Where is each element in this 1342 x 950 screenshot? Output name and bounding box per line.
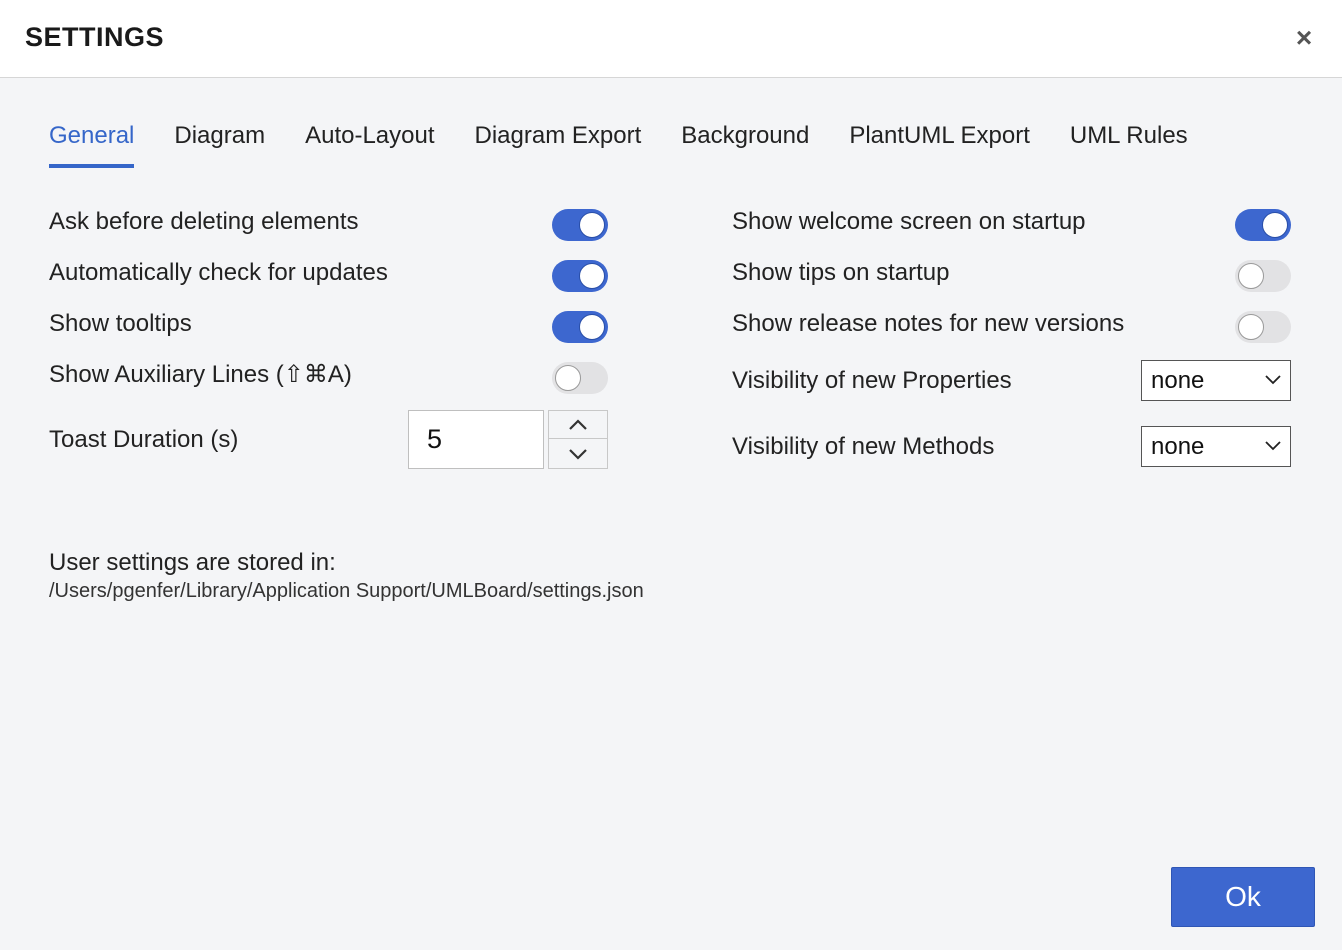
tips-startup-toggle[interactable] [1235, 260, 1291, 292]
aux-lines-label: Show Auxiliary Lines (⇧⌘A) [49, 361, 352, 388]
ask-delete-label: Ask before deleting elements [49, 208, 359, 235]
toggle-knob [1238, 314, 1264, 340]
toggle-knob [555, 365, 581, 391]
tab-plantuml-export[interactable]: PlantUML Export [849, 120, 1030, 168]
tab-general[interactable]: General [49, 120, 135, 168]
toggle-knob [579, 212, 605, 238]
visibility-properties-select[interactable]: none [1141, 360, 1291, 401]
tooltips-toggle[interactable] [552, 311, 608, 343]
toast-duration-input[interactable]: 5 [408, 410, 544, 469]
visibility-properties-value: none [1151, 367, 1205, 394]
settings-tabs: General Diagram Auto-Layout Diagram Expo… [49, 120, 1188, 168]
toast-duration-label: Toast Duration (s) [49, 426, 239, 453]
tab-diagram[interactable]: Diagram [174, 120, 265, 168]
toast-duration-stepper [548, 410, 608, 469]
ok-button[interactable]: Ok [1171, 867, 1315, 927]
chevron-down-icon [1265, 441, 1281, 451]
settings-location-title: User settings are stored in: [49, 549, 336, 576]
chevron-down-icon [1265, 375, 1281, 385]
release-notes-label: Show release notes for new versions [732, 310, 1125, 337]
settings-location-path: /Users/pgenfer/Library/Application Suppo… [49, 580, 644, 602]
release-notes-toggle[interactable] [1235, 311, 1291, 343]
tab-uml-rules[interactable]: UML Rules [1070, 120, 1188, 168]
visibility-methods-value: none [1151, 433, 1205, 460]
toggle-knob [579, 263, 605, 289]
tab-diagram-export[interactable]: Diagram Export [475, 120, 642, 168]
visibility-methods-select[interactable]: none [1141, 426, 1291, 467]
tab-background[interactable]: Background [681, 120, 809, 168]
toggle-knob [579, 314, 605, 340]
tab-auto-layout[interactable]: Auto-Layout [305, 120, 434, 168]
check-updates-label: Automatically check for updates [49, 259, 388, 286]
welcome-screen-label: Show welcome screen on startup [732, 208, 1086, 235]
tips-startup-label: Show tips on startup [732, 259, 950, 286]
welcome-screen-toggle[interactable] [1235, 209, 1291, 241]
toggle-knob [1238, 263, 1264, 289]
tooltips-label: Show tooltips [49, 310, 192, 337]
visibility-properties-label: Visibility of new Properties [732, 367, 1012, 394]
check-updates-toggle[interactable] [552, 260, 608, 292]
chevron-up-icon[interactable] [549, 411, 607, 439]
ask-delete-toggle[interactable] [552, 209, 608, 241]
dialog-title: SETTINGS [25, 22, 165, 52]
visibility-methods-label: Visibility of new Methods [732, 433, 995, 460]
close-icon[interactable]: × [1292, 24, 1316, 52]
aux-lines-toggle[interactable] [552, 362, 608, 394]
dialog-header: SETTINGS × [0, 0, 1342, 78]
toggle-knob [1262, 212, 1288, 238]
chevron-down-icon[interactable] [549, 440, 607, 468]
